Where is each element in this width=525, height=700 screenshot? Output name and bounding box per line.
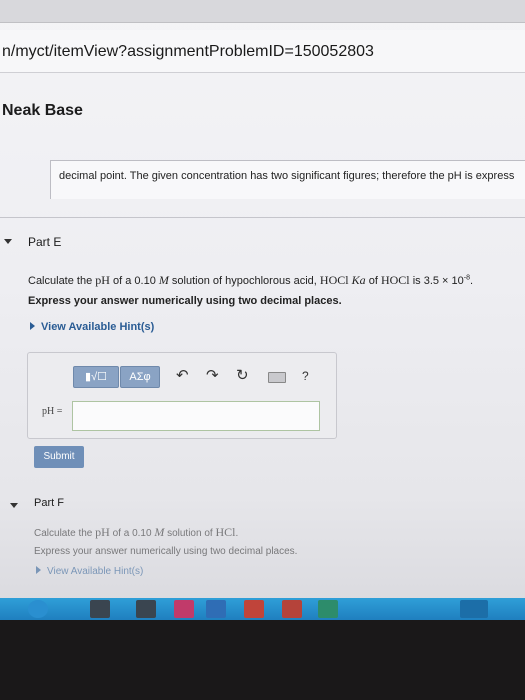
ph-term: pH xyxy=(95,525,110,539)
folder-icon[interactable] xyxy=(90,600,110,618)
collapse-arrow-icon[interactable] xyxy=(4,239,12,244)
view-hints-link[interactable]: View Available Hint(s) xyxy=(30,321,154,333)
answer-label: pH = xyxy=(42,406,63,417)
chrome-icon[interactable] xyxy=(28,600,48,618)
explanation-panel: decimal point. The given concentration h… xyxy=(50,160,525,199)
question-text: of xyxy=(365,275,381,287)
caret-right-icon xyxy=(36,566,41,574)
monitor-bezel xyxy=(0,620,525,700)
question-text: solution of xyxy=(164,528,216,539)
ph-answer-input[interactable] xyxy=(72,401,320,431)
word-icon[interactable] xyxy=(206,600,226,618)
question-text: of a 0.10 xyxy=(109,528,155,539)
ka-term: Ka xyxy=(351,273,366,287)
store-icon[interactable] xyxy=(318,600,338,618)
question-text: Calculate the xyxy=(34,528,96,539)
question-text: is 3.5 × 10 xyxy=(409,275,464,287)
reset-icon[interactable]: ↻ xyxy=(236,367,249,385)
question-text: Calculate the xyxy=(28,275,96,287)
calendar-icon[interactable] xyxy=(136,600,156,618)
formula-hcl: HCl xyxy=(215,525,236,539)
formula-hocl: HOCl xyxy=(319,273,349,287)
formula-hocl: HOCl xyxy=(380,273,410,287)
keyboard-icon[interactable] xyxy=(268,372,286,383)
media-icon[interactable] xyxy=(244,600,264,618)
page-title: Neak Base xyxy=(2,102,83,119)
question-text: solution of hypochlorous acid, xyxy=(168,275,320,287)
explanation-text: decimal point. The given concentration h… xyxy=(59,170,515,182)
collapse-arrow-icon[interactable] xyxy=(10,503,18,508)
molarity-unit: M xyxy=(154,525,165,539)
part-f-question: Calculate the pH of a 0.10 M solution of… xyxy=(34,525,238,540)
mail-icon[interactable] xyxy=(174,600,194,618)
submit-button[interactable]: Submit xyxy=(34,446,84,468)
templates-button[interactable]: ▮√☐ xyxy=(73,366,119,388)
part-e-instruction: Express your answer numerically using tw… xyxy=(28,295,342,307)
redo-icon[interactable]: ↷ xyxy=(206,367,219,385)
office-icon[interactable] xyxy=(460,600,488,618)
hint-label[interactable]: View Available Hint(s) xyxy=(47,566,143,577)
undo-icon[interactable]: ↶ xyxy=(176,367,189,385)
url-text[interactable]: n/myct/itemView?assignmentProblemID=1500… xyxy=(2,43,374,61)
help-icon[interactable]: ? xyxy=(302,367,309,385)
part-f-instruction: Express your answer numerically using tw… xyxy=(34,546,298,557)
ph-term: pH xyxy=(95,273,110,287)
caret-right-icon xyxy=(30,322,35,330)
browser-top-bar xyxy=(0,0,525,23)
taskbar xyxy=(0,598,525,620)
view-hints-link[interactable]: View Available Hint(s) xyxy=(36,566,143,577)
screen: n/myct/itemView?assignmentProblemID=1500… xyxy=(0,0,525,620)
question-text: of a 0.10 xyxy=(109,275,159,287)
part-f-title[interactable]: Part F xyxy=(34,497,64,509)
hint-label[interactable]: View Available Hint(s) xyxy=(41,321,154,333)
divider xyxy=(0,217,525,218)
question-text: . xyxy=(235,528,239,539)
part-e-question: Calculate the pH of a 0.10 M solution of… xyxy=(28,273,473,288)
molarity-unit: M xyxy=(158,273,169,287)
part-e-title[interactable]: Part E xyxy=(28,235,61,249)
answer-panel: ▮√☐ ΑΣφ ↶ ↷ ↻ ? pH = xyxy=(27,352,337,439)
address-bar[interactable]: n/myct/itemView?assignmentProblemID=1500… xyxy=(0,30,525,73)
powerpoint-icon[interactable] xyxy=(282,600,302,618)
symbols-button[interactable]: ΑΣφ xyxy=(120,366,160,388)
question-text: . xyxy=(470,275,474,287)
